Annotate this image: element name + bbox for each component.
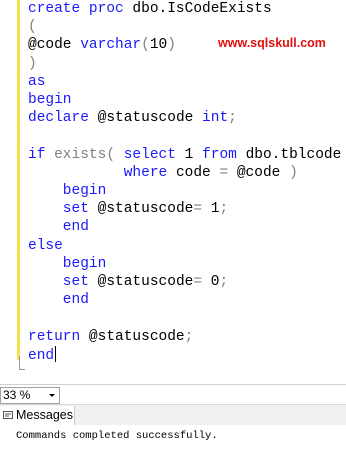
code-line[interactable]: ( — [28, 18, 341, 36]
code-token: = — [193, 274, 211, 291]
code-token: ) — [289, 164, 298, 181]
code-token: @statuscode — [88, 328, 185, 345]
results-pane: Messages Commands completed successfully… — [0, 404, 346, 450]
code-token: begin — [28, 92, 72, 109]
code-token: ; — [219, 274, 229, 291]
code-token: where — [28, 164, 176, 181]
code-token: set — [28, 201, 98, 218]
code-line[interactable] — [28, 127, 341, 145]
code-line[interactable]: set @statuscode= 1; — [28, 200, 341, 218]
code-line[interactable]: where code = @code ) — [28, 164, 341, 182]
code-token: ; — [184, 328, 194, 345]
code-token: @statuscode — [97, 274, 194, 291]
code-line[interactable]: begin — [28, 91, 341, 109]
outline-line — [19, 356, 20, 370]
code-token: 1 — [184, 146, 203, 163]
text-caret — [55, 345, 57, 362]
code-token: ( — [28, 19, 37, 36]
zoom-dropdown[interactable]: 33 % — [0, 387, 60, 404]
code-token: end — [28, 219, 89, 236]
code-token: ; — [228, 110, 237, 127]
tab-messages[interactable]: Messages — [0, 406, 75, 425]
code-token: dbo.tblcode — [245, 146, 342, 163]
code-token: @code — [236, 164, 290, 181]
code-token: @code — [28, 37, 81, 54]
code-token: else — [28, 237, 63, 254]
code-line[interactable] — [28, 309, 341, 327]
code-token: end — [28, 292, 89, 309]
code-token: ( — [141, 37, 150, 54]
editor-status-bar: 33 % — [0, 384, 346, 404]
code-line[interactable]: begin — [28, 182, 341, 200]
code-line[interactable]: declare @statuscode int; — [28, 109, 341, 127]
code-token: varchar — [80, 37, 142, 54]
code-line[interactable]: end — [28, 218, 341, 236]
code-token: ( — [106, 146, 124, 163]
code-line[interactable]: end — [28, 291, 341, 309]
code-token: int — [202, 110, 229, 127]
code-token: code — [175, 164, 220, 181]
code-token: ) — [28, 55, 37, 72]
code-line[interactable]: end — [28, 345, 341, 365]
change-tracking-bar — [17, 0, 20, 360]
code-token: begin — [28, 183, 107, 200]
zoom-value: 33 % — [3, 388, 31, 402]
chevron-down-icon[interactable] — [49, 394, 55, 397]
code-line[interactable]: ) — [28, 55, 341, 73]
tab-messages-label: Messages — [16, 408, 73, 422]
query-editor[interactable]: create proc dbo.IsCodeExists(@code varch… — [0, 0, 346, 378]
outline-end-tick — [19, 369, 25, 370]
code-token: create proc — [28, 1, 133, 17]
code-token: @statuscode — [97, 201, 194, 218]
code-token: set — [28, 274, 98, 291]
code-line[interactable]: begin — [28, 255, 341, 273]
code-token: from — [202, 146, 246, 163]
code-token: exists — [54, 146, 107, 163]
code-line[interactable]: set @statuscode= 0; — [28, 273, 341, 291]
code-token: declare — [28, 110, 98, 127]
code-token: return — [28, 328, 89, 345]
code-line[interactable]: if exists( select 1 from dbo.tblcode — [28, 146, 341, 164]
code-token: = — [219, 164, 237, 181]
code-token: ) — [167, 37, 176, 54]
code-token: dbo.IsCodeExists — [132, 1, 272, 17]
code-token: end — [28, 347, 55, 364]
code-token: @statuscode — [97, 110, 203, 127]
watermark-text: www.sqlskull.com — [218, 36, 326, 50]
code-token: ; — [219, 201, 229, 218]
code-line[interactable]: as — [28, 73, 341, 91]
results-tab-strip: Messages — [0, 405, 346, 425]
code-line[interactable]: else — [28, 237, 341, 255]
code-token: = — [193, 201, 211, 218]
code-token: 10 — [149, 37, 168, 54]
code-token: if — [28, 146, 55, 163]
code-text[interactable]: create proc dbo.IsCodeExists(@code varch… — [28, 0, 341, 365]
code-token: select — [123, 146, 185, 163]
code-token: as — [28, 73, 46, 90]
messages-icon — [3, 411, 13, 419]
code-line[interactable]: return @statuscode; — [28, 328, 341, 346]
messages-output: Commands completed successfully. — [16, 430, 218, 442]
code-token: begin — [28, 255, 107, 272]
code-line[interactable]: create proc dbo.IsCodeExists — [28, 0, 341, 18]
